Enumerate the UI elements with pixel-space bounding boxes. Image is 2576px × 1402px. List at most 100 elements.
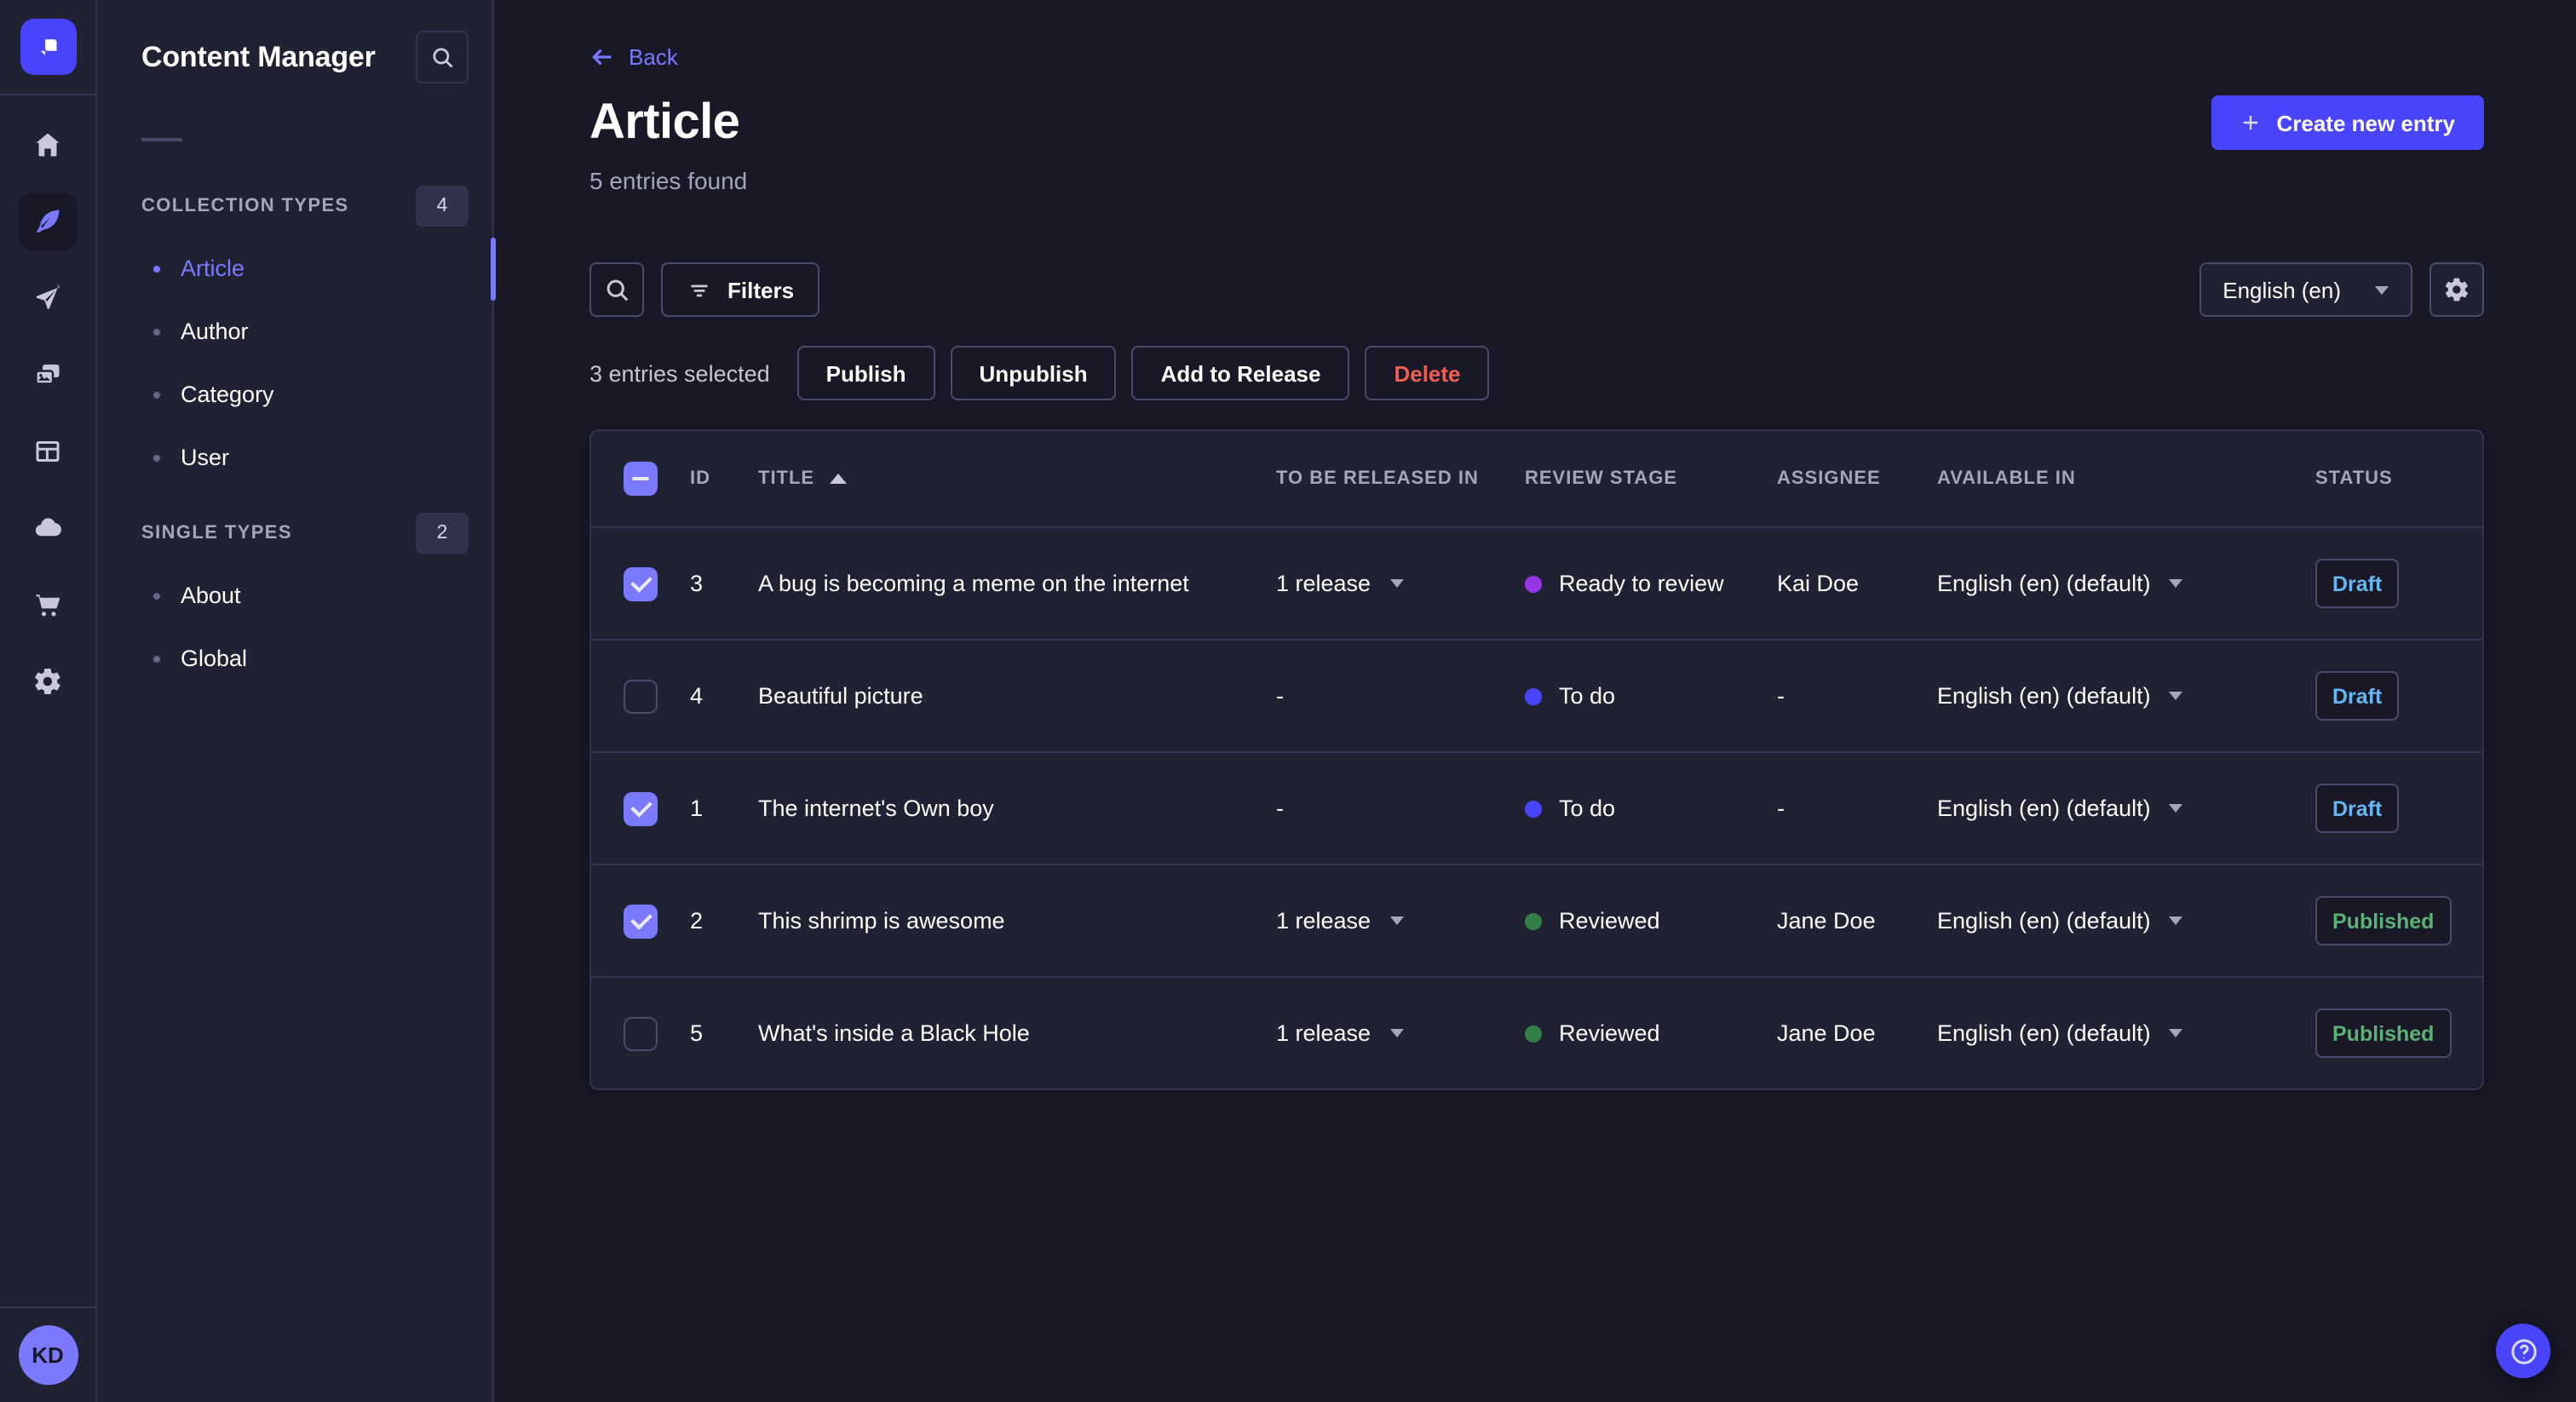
add-to-release-button[interactable]: Add to Release	[1131, 346, 1350, 400]
content-type-builder-icon[interactable]	[19, 422, 77, 480]
settings-gear-icon[interactable]	[19, 652, 77, 710]
row-id: 5	[690, 1020, 704, 1046]
collection-types-list: Article Author Category User	[97, 237, 492, 489]
sidebar-item-article[interactable]: Article	[97, 237, 492, 300]
row-id: 1	[690, 796, 704, 821]
selection-count-text: 3 entries selected	[589, 360, 770, 386]
entries-count: 5 entries found	[589, 167, 748, 194]
row-assignee: Jane Doe	[1777, 1020, 1876, 1046]
stage-dot-icon	[1525, 912, 1542, 929]
bullet-icon	[153, 391, 160, 398]
main-nav-rail: KD	[0, 0, 97, 1402]
table-row[interactable]: 5 What's inside a Black Hole 1 release R…	[591, 978, 2482, 1089]
sidebar: Content Manager COLLECTION TYPES 4 Artic…	[97, 0, 494, 1402]
stage-dot-icon	[1525, 800, 1542, 817]
row-release-dropdown[interactable]: -	[1276, 683, 1525, 709]
rail-icons	[19, 116, 77, 710]
create-new-entry-button[interactable]: Create new entry	[2211, 95, 2484, 150]
single-types-list: About Global	[97, 564, 492, 690]
avatar[interactable]: KD	[18, 1325, 78, 1385]
column-header-assignee[interactable]: ASSIGNEE	[1777, 468, 1937, 489]
column-header-review-stage[interactable]: REVIEW STAGE	[1525, 468, 1777, 489]
bullet-icon	[153, 265, 160, 272]
search-icon[interactable]	[416, 31, 469, 83]
row-release-dropdown[interactable]: 1 release	[1276, 1020, 1525, 1046]
sidebar-item-user[interactable]: User	[97, 426, 492, 489]
status-badge: Draft	[2315, 784, 2400, 833]
sidebar-divider	[141, 138, 182, 141]
column-header-status[interactable]: STATUS	[2315, 468, 2482, 489]
row-release-dropdown[interactable]: -	[1276, 796, 1525, 821]
content-manager-feather-icon[interactable]	[19, 192, 77, 250]
row-locale-dropdown[interactable]: English (en) (default)	[1937, 1020, 2315, 1046]
page-title: Article	[589, 95, 740, 150]
gear-icon[interactable]	[2429, 262, 2484, 317]
row-locale-dropdown[interactable]: English (en) (default)	[1937, 908, 2315, 934]
row-checkbox[interactable]	[624, 679, 658, 713]
section-label: COLLECTION TYPES	[141, 196, 349, 216]
chevron-down-icon	[1389, 916, 1404, 925]
row-locale-dropdown[interactable]: English (en) (default)	[1937, 796, 2315, 821]
strapi-logo-icon	[39, 39, 56, 56]
media-library-icon[interactable]	[19, 346, 77, 404]
bullet-icon	[153, 328, 160, 335]
bullet-icon	[153, 655, 160, 662]
entries-table: ID TITLE TO BE RELEASED IN REVIEW STAGE …	[589, 429, 2484, 1090]
home-icon[interactable]	[19, 116, 77, 174]
section-count-badge: 4	[416, 186, 469, 227]
row-locale-dropdown[interactable]: English (en) (default)	[1937, 683, 2315, 709]
search-icon[interactable]	[589, 262, 644, 317]
column-header-title[interactable]: TITLE	[758, 468, 1276, 489]
table-row[interactable]: 1 The internet's Own boy - To do - Engli…	[591, 753, 2482, 865]
chevron-down-icon	[1389, 1029, 1404, 1037]
help-button[interactable]	[2496, 1324, 2550, 1378]
column-header-id[interactable]: ID	[690, 468, 758, 489]
select-all-checkbox[interactable]	[624, 462, 658, 496]
status-badge: Draft	[2315, 559, 2400, 608]
row-id: 4	[690, 683, 704, 709]
bullet-icon	[153, 454, 160, 461]
locale-select[interactable]: English (en)	[2199, 262, 2412, 317]
section-label: SINGLE TYPES	[141, 523, 292, 543]
sidebar-item-author[interactable]: Author	[97, 300, 492, 363]
row-id: 3	[690, 571, 704, 596]
table-row[interactable]: 2 This shrimp is awesome 1 release Revie…	[591, 865, 2482, 978]
bullet-icon	[153, 592, 160, 599]
row-review-stage: Ready to review	[1525, 571, 1777, 596]
column-header-available-in[interactable]: AVAILABLE IN	[1937, 468, 2315, 489]
row-release-dropdown[interactable]: 1 release	[1276, 908, 1525, 934]
row-locale-dropdown[interactable]: English (en) (default)	[1937, 571, 2315, 596]
sidebar-item-global[interactable]: Global	[97, 627, 492, 690]
main-content: Back Article 5 entries found Create new …	[494, 0, 2576, 1402]
publish-button[interactable]: Publish	[796, 346, 935, 400]
rail-divider	[0, 94, 95, 95]
row-assignee: -	[1777, 796, 1785, 821]
row-checkbox[interactable]	[624, 1016, 658, 1050]
chevron-down-icon	[2169, 1029, 2183, 1037]
rail-bottom: KD	[0, 1307, 95, 1402]
row-id: 2	[690, 908, 704, 934]
chevron-down-icon	[2169, 916, 2183, 925]
table-row[interactable]: 3 A bug is becoming a meme on the intern…	[591, 528, 2482, 641]
row-title: A bug is becoming a meme on the internet	[758, 571, 1189, 596]
strapi-logo[interactable]	[20, 19, 76, 75]
row-review-stage: To do	[1525, 683, 1777, 709]
unpublish-button[interactable]: Unpublish	[950, 346, 1117, 400]
row-checkbox[interactable]	[624, 791, 658, 825]
send-icon[interactable]	[19, 269, 77, 327]
row-checkbox[interactable]	[624, 904, 658, 938]
column-header-release[interactable]: TO BE RELEASED IN	[1276, 468, 1525, 489]
table-row[interactable]: 4 Beautiful picture - To do - English (e…	[591, 641, 2482, 753]
back-link[interactable]: Back	[589, 44, 678, 70]
delete-button[interactable]: Delete	[1365, 346, 1490, 400]
sidebar-item-about[interactable]: About	[97, 564, 492, 627]
row-review-stage: Reviewed	[1525, 908, 1777, 934]
row-release-dropdown[interactable]: 1 release	[1276, 571, 1525, 596]
cloud-icon[interactable]	[19, 499, 77, 557]
sidebar-item-category[interactable]: Category	[97, 363, 492, 426]
help-icon	[2510, 1338, 2536, 1364]
row-checkbox[interactable]	[624, 566, 658, 600]
filters-button[interactable]: Filters	[661, 262, 820, 317]
row-assignee: Jane Doe	[1777, 908, 1876, 934]
marketplace-cart-icon[interactable]	[19, 576, 77, 634]
